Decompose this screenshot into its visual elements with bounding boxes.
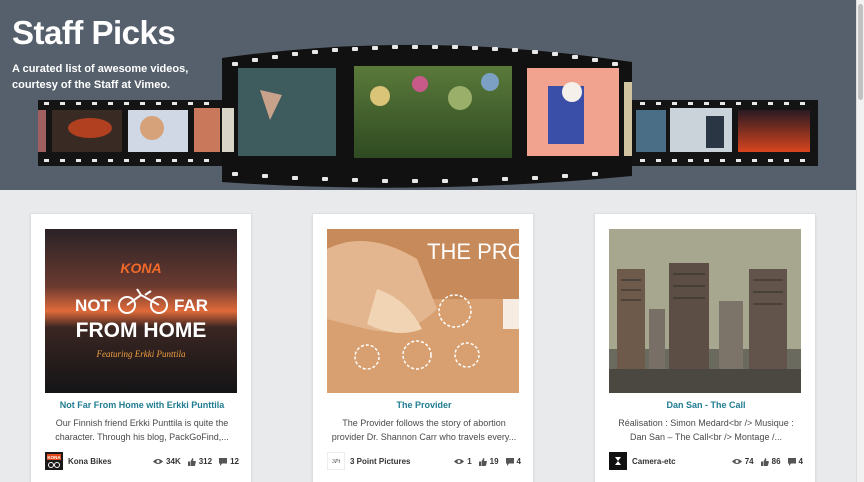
card-footer: KONA Kona Bikes 34K 312 12: [45, 452, 239, 470]
comment-icon: [505, 457, 514, 466]
svg-text:FROM HOME: FROM HOME: [76, 319, 207, 342]
owner-name[interactable]: Camera-etc: [632, 457, 676, 466]
comment-icon: [787, 457, 796, 466]
svg-text:Featuring Erkki Punttila: Featuring Erkki Punttila: [96, 349, 186, 359]
video-card: Dan San - The Call Réalisation : Simon M…: [594, 213, 816, 482]
eye-icon: [153, 459, 164, 464]
eye-icon: [731, 459, 742, 464]
svg-text:KONA: KONA: [120, 260, 161, 276]
comments-stat: 12: [219, 457, 239, 466]
thumbs-up-icon: [760, 457, 769, 466]
video-thumbnail[interactable]: [609, 229, 801, 393]
comments-count: 4: [516, 457, 521, 466]
comments-stat: 4: [787, 457, 803, 466]
owner-avatar[interactable]: [609, 452, 627, 470]
views-count: 1: [467, 457, 472, 466]
video-title[interactable]: The Provider: [313, 400, 535, 410]
video-title[interactable]: Dan San - The Call: [595, 400, 817, 410]
comments-stat: 4: [505, 457, 521, 466]
video-stats: 74 86 4: [731, 457, 803, 466]
svg-text:KONA: KONA: [47, 455, 61, 460]
video-card: KONA NOT FAR FROM HOME Featuring Erkki P…: [30, 213, 252, 482]
scrollbar-thumb[interactable]: [858, 4, 863, 100]
video-title[interactable]: Not Far From Home with Erkki Punttila: [31, 400, 253, 410]
likes-count: 312: [198, 457, 213, 466]
page-scrollbar[interactable]: [856, 0, 864, 482]
video-description: The Provider follows the story of aborti…: [331, 418, 517, 442]
video-card: THE PROV The Provider The Provider follo…: [312, 213, 534, 482]
video-stats: 1 19 4: [454, 457, 521, 466]
svg-text:3Pt: 3Pt: [331, 459, 341, 465]
page-title: Staff Picks: [12, 14, 176, 51]
staff-picks-banner: Staff Picks A curated list of awesome vi…: [0, 0, 856, 190]
views-stat: 34K: [153, 457, 181, 466]
owner-avatar[interactable]: KONA: [45, 452, 63, 470]
video-description: Réalisation : Simon Medard<br /> Musique…: [618, 418, 794, 442]
likes-stat: 86: [760, 457, 781, 466]
eye-icon: [454, 459, 465, 464]
likes-count: 86: [771, 457, 781, 466]
owner-name[interactable]: Kona Bikes: [68, 457, 112, 466]
owner-name[interactable]: 3 Point Pictures: [350, 457, 410, 466]
thumbs-up-icon: [478, 457, 487, 466]
comment-icon: [219, 457, 228, 466]
views-stat: 1: [454, 457, 472, 466]
svg-text:THE PROV: THE PROV: [427, 239, 519, 264]
page-subtitle: A curated list of awesome videos, courte…: [12, 63, 189, 91]
video-thumbnail[interactable]: KONA NOT FAR FROM HOME Featuring Erkki P…: [45, 229, 237, 393]
likes-stat: 19: [478, 457, 499, 466]
likes-count: 19: [489, 457, 499, 466]
views-count: 34K: [166, 457, 181, 466]
video-description: Our Finnish friend Erkki Punttila is qui…: [55, 418, 229, 442]
card-footer: 3Pt 3 Point Pictures 1 19 4: [327, 452, 521, 470]
views-stat: 74: [731, 457, 754, 466]
video-thumbnail[interactable]: THE PROV: [327, 229, 519, 393]
video-stats: 34K 312 12: [153, 457, 239, 466]
card-footer: Camera-etc 74 86 4: [609, 452, 803, 470]
svg-text:NOT: NOT: [75, 296, 112, 315]
svg-text:FAR: FAR: [174, 296, 208, 315]
owner-avatar[interactable]: 3Pt: [327, 452, 345, 470]
views-count: 74: [744, 457, 754, 466]
likes-stat: 312: [187, 457, 213, 466]
comments-count: 12: [230, 457, 239, 466]
thumbs-up-icon: [187, 457, 196, 466]
comments-count: 4: [798, 457, 803, 466]
